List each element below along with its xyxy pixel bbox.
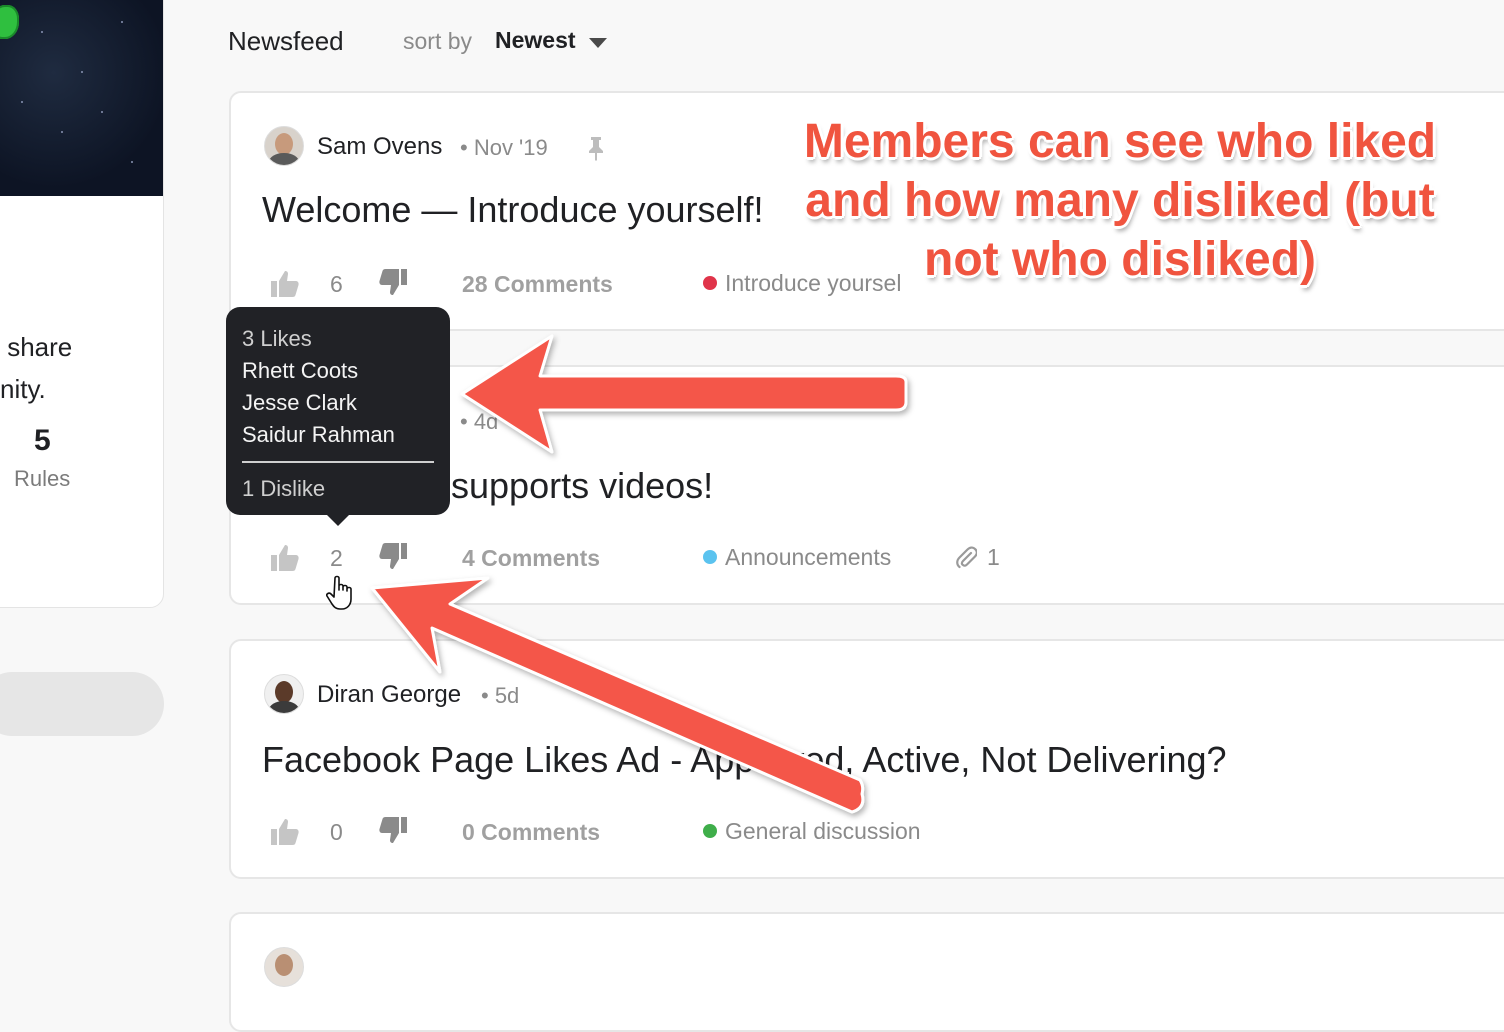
arrow-to-tooltip	[460, 334, 908, 454]
hand-cursor-icon	[326, 575, 352, 610]
annotation-callout: Members can see who liked and how many d…	[803, 115, 1437, 286]
arrow-to-like-count	[370, 576, 865, 814]
